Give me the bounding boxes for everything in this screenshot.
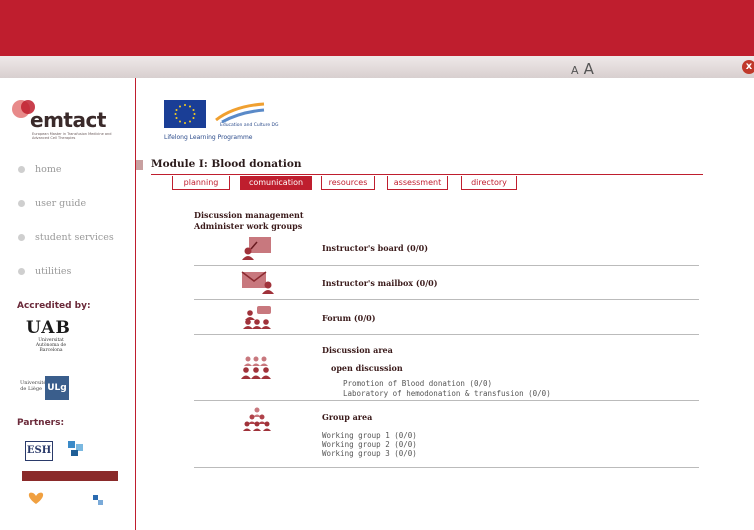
row-divider: [194, 400, 699, 401]
sidebar-item-home[interactable]: home: [18, 164, 61, 175]
sidebar-item-label: student services: [35, 232, 114, 243]
partner-blue-icon: [68, 441, 83, 456]
emtact-logo[interactable]: emtact European Master in Transfusion Me…: [10, 96, 120, 146]
sidebar-item-label: user guide: [35, 198, 87, 209]
partner-small-icon: [93, 495, 103, 505]
partner-logo-banner[interactable]: [22, 471, 118, 481]
partner-logo-heart[interactable]: [24, 490, 48, 504]
emtact-wordmark: emtact: [30, 108, 106, 132]
row-divider: [194, 334, 699, 335]
discussion-link-laboratory[interactable]: Laboratory of hemodonation & transfusion…: [343, 389, 551, 398]
sidebar-item-label: home: [35, 164, 62, 175]
font-increase-button[interactable]: A: [584, 60, 594, 78]
instructor-mailbox-link[interactable]: Instructor's mailbox (0/0): [322, 278, 437, 288]
sidebar-item-user-guide[interactable]: user guide: [18, 198, 86, 209]
discussion-link-promotion[interactable]: Promotion of Blood donation (0/0): [343, 379, 492, 388]
llp-swoosh-icon: [215, 102, 265, 124]
title-marker: [136, 160, 143, 170]
font-size-control[interactable]: A A: [571, 59, 594, 78]
font-decrease-button[interactable]: A: [571, 64, 579, 77]
uab-wordmark: UAB: [26, 318, 71, 338]
llp-caption: Lifelong Learning Programme: [164, 134, 253, 141]
bullet-icon: [18, 234, 25, 241]
tab-assessment[interactable]: assessment: [387, 176, 448, 190]
emtact-tagline: European Master in Transfusion Medicine …: [32, 132, 112, 140]
close-button[interactable]: x: [742, 60, 754, 74]
bullet-icon: [18, 268, 25, 275]
uab-logo[interactable]: UAB Universitat Autònoma de Barcelona: [26, 318, 86, 360]
partner-logo-small[interactable]: [93, 490, 103, 505]
heart-icon: [28, 492, 44, 504]
toolbar: [0, 56, 754, 78]
row-divider: [194, 467, 699, 468]
discussion-management-link[interactable]: Discussion management: [194, 210, 304, 220]
administer-groups-link[interactable]: Administer work groups: [194, 221, 302, 231]
esh-logo[interactable]: ESH: [25, 441, 53, 461]
tab-resources[interactable]: resources: [321, 176, 375, 190]
partner-logo-blue[interactable]: [68, 441, 84, 457]
sidebar-item-utilities[interactable]: utilities: [18, 266, 71, 277]
partners-heading: Partners:: [17, 418, 65, 428]
top-banner: [0, 0, 754, 56]
group-link-2[interactable]: Working group 2 (0/0): [322, 440, 417, 449]
group-area-heading: Group area: [322, 412, 373, 422]
group-link-1[interactable]: Working group 1 (0/0): [322, 431, 417, 440]
uab-caption: Universitat Autònoma de Barcelona: [35, 338, 67, 353]
open-discussion-link[interactable]: open discussion: [331, 363, 403, 373]
tab-divider: [151, 174, 703, 175]
instructor-board-link[interactable]: Instructor's board (0/0): [322, 243, 428, 253]
instructor-board-icon: [242, 237, 271, 260]
liege-emblem: ULg: [45, 376, 69, 400]
accredited-heading: Accredited by:: [17, 301, 91, 311]
tab-planning[interactable]: planning: [172, 176, 230, 190]
forum-icon: [243, 306, 271, 329]
sidebar-item-student-services[interactable]: student services: [18, 232, 114, 243]
esh-logo-text: ESH: [26, 445, 52, 456]
discussion-area-heading: Discussion area: [322, 345, 393, 355]
liege-emblem-text: ULg: [47, 383, 67, 393]
bullet-icon: [18, 200, 25, 207]
row-divider: [194, 265, 699, 266]
sidebar-item-label: utilities: [35, 266, 72, 277]
tab-comunication[interactable]: comunication: [240, 176, 312, 190]
liege-logo[interactable]: Université de Liège ULg: [20, 376, 80, 400]
page-title: Module I: Blood donation: [151, 158, 302, 170]
eu-flag-icon: [164, 100, 206, 128]
liege-caption: Université de Liège: [20, 380, 47, 392]
group-area-icon: [243, 407, 271, 431]
eu-caption: Education and Culture DG: [220, 123, 279, 128]
group-link-3[interactable]: Working group 3 (0/0): [322, 449, 417, 458]
instructor-mailbox-icon: [241, 271, 274, 294]
tab-directory[interactable]: directory: [461, 176, 517, 190]
eu-llp-logo[interactable]: Education and Culture DG Lifelong Learni…: [164, 100, 314, 148]
forum-link[interactable]: Forum (0/0): [322, 313, 375, 323]
row-divider: [194, 299, 699, 300]
discussion-area-icon: [241, 356, 271, 379]
bullet-icon: [18, 166, 25, 173]
